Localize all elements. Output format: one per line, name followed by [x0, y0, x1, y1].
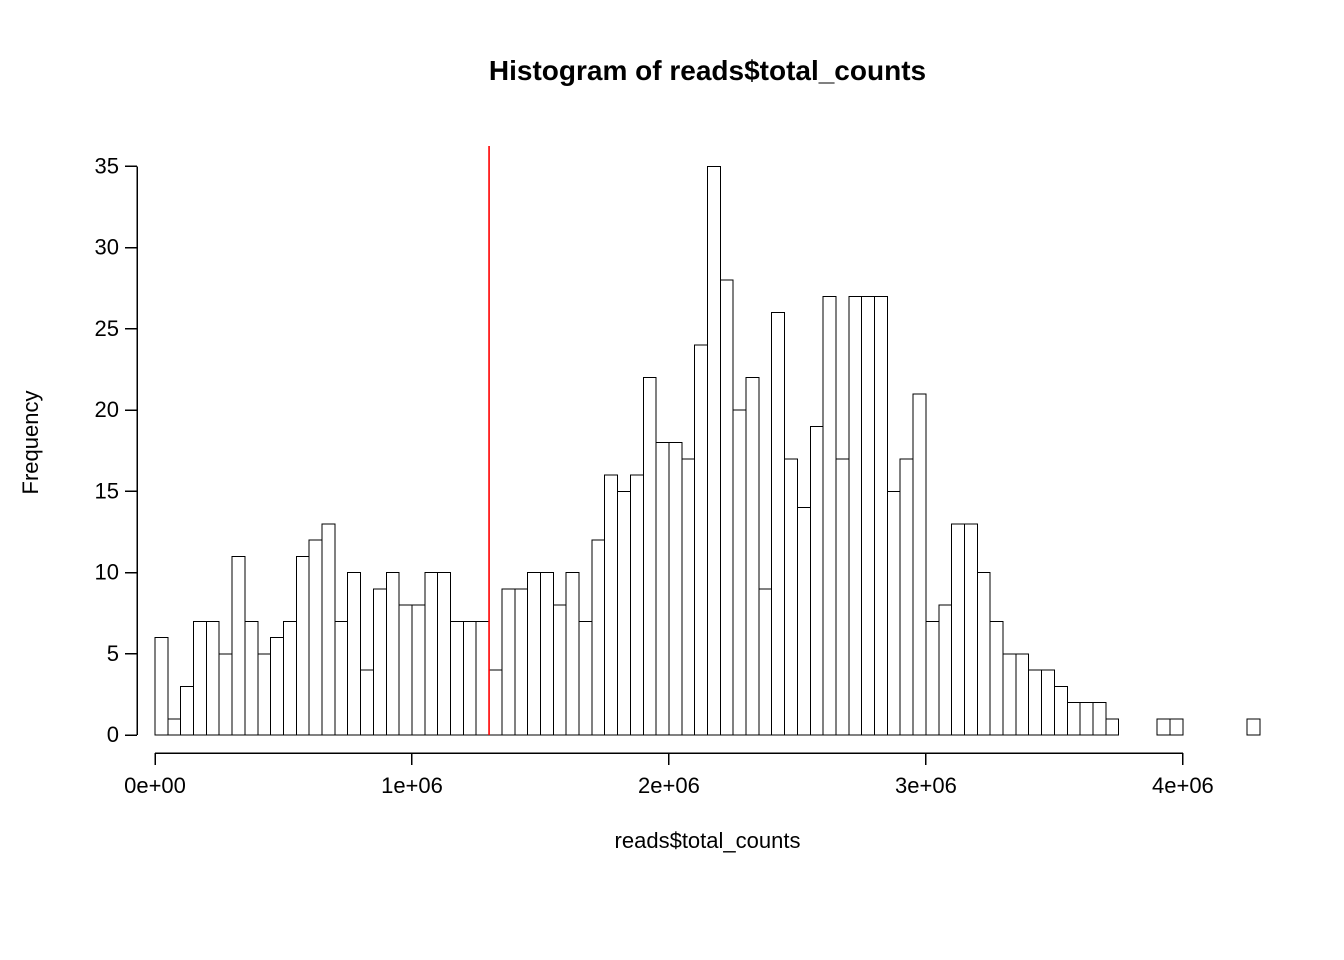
- histogram-bar: [181, 686, 194, 735]
- histogram-bar: [656, 443, 669, 736]
- histogram-bar: [322, 524, 335, 735]
- histogram-bar: [232, 556, 245, 735]
- x-tick-label: 2e+06: [638, 773, 700, 798]
- y-tick-label: 5: [107, 641, 119, 666]
- histogram-bar: [1003, 654, 1016, 735]
- histogram-bar: [373, 589, 386, 735]
- x-tick-label: 3e+06: [895, 773, 957, 798]
- histogram-bar: [810, 426, 823, 735]
- x-axis-label: reads$total_counts: [615, 828, 801, 853]
- histogram-bar: [900, 459, 913, 735]
- histogram-bar: [476, 621, 489, 735]
- histogram-bar: [1067, 703, 1080, 736]
- histogram-bar: [206, 621, 219, 735]
- y-tick-label: 15: [95, 478, 119, 503]
- y-tick-label: 30: [95, 235, 119, 260]
- y-tick-label: 25: [95, 316, 119, 341]
- histogram-bar: [836, 459, 849, 735]
- histogram-bar: [849, 296, 862, 735]
- histogram-bar: [823, 296, 836, 735]
- histogram-bar: [1016, 654, 1029, 735]
- histogram-bar: [528, 573, 541, 736]
- histogram-bar: [515, 589, 528, 735]
- histogram-bar: [952, 524, 965, 735]
- histogram-bar: [540, 573, 553, 736]
- histogram-bar: [926, 621, 939, 735]
- histogram-bar: [887, 491, 900, 735]
- y-tick-label: 20: [95, 397, 119, 422]
- histogram-bar: [271, 638, 284, 736]
- histogram-bar: [168, 719, 181, 735]
- histogram-bar: [630, 475, 643, 735]
- histogram-bar: [451, 621, 464, 735]
- histogram-bar: [1157, 719, 1170, 735]
- histogram-bar: [386, 573, 399, 736]
- histogram-bar: [797, 508, 810, 736]
- histogram-bar: [1029, 670, 1042, 735]
- histogram-bar: [335, 621, 348, 735]
- histogram-bar: [348, 573, 361, 736]
- y-tick-label: 0: [107, 722, 119, 747]
- histogram-bar: [772, 313, 785, 736]
- histogram-bar: [258, 654, 271, 735]
- histogram-bar: [194, 621, 207, 735]
- histogram-bar: [1080, 703, 1093, 736]
- histogram-bar: [977, 573, 990, 736]
- y-tick-label: 10: [95, 560, 119, 585]
- histogram-bar: [566, 573, 579, 736]
- y-axis-label: Frequency: [18, 391, 43, 495]
- histogram-bar: [553, 605, 566, 735]
- histogram-bar: [592, 540, 605, 735]
- x-tick-label: 1e+06: [381, 773, 443, 798]
- histogram-bar: [425, 573, 438, 736]
- histogram-bar: [399, 605, 412, 735]
- histogram-bar: [759, 589, 772, 735]
- histogram-bar: [489, 670, 502, 735]
- histogram-bar: [1106, 719, 1119, 735]
- histogram-bar: [463, 621, 476, 735]
- histogram-bar: [733, 410, 746, 735]
- histogram-bar: [785, 459, 798, 735]
- histogram-bar: [643, 378, 656, 736]
- histogram-bar: [695, 345, 708, 735]
- histogram-bar: [913, 394, 926, 735]
- histogram-bar: [939, 605, 952, 735]
- histogram-bar: [1170, 719, 1183, 735]
- histogram-bar: [862, 296, 875, 735]
- histogram-bar: [309, 540, 322, 735]
- histogram-chart: 0e+00 1e+06 2e+06 3e+06 4e+06 0 5 10 15 20 25 30 35 H…: [0, 0, 1344, 960]
- histogram-bar: [720, 280, 733, 735]
- histogram-bar: [605, 475, 618, 735]
- chart-title: Histogram of reads$total_counts: [489, 55, 926, 86]
- histogram-bar: [283, 621, 296, 735]
- histogram-bar: [746, 378, 759, 736]
- histogram-bar: [1247, 719, 1260, 735]
- histogram-bar: [245, 621, 258, 735]
- histogram-bar: [1054, 686, 1067, 735]
- histogram-bar: [361, 670, 374, 735]
- histogram-bar: [502, 589, 515, 735]
- histogram-bar: [618, 491, 631, 735]
- histogram-bar: [438, 573, 451, 736]
- x-tick-label: 4e+06: [1152, 773, 1214, 798]
- histogram-bar: [155, 638, 168, 736]
- histogram-bar: [1042, 670, 1055, 735]
- histogram-bar: [990, 621, 1003, 735]
- histogram-bar: [412, 605, 425, 735]
- histogram-bar: [669, 443, 682, 736]
- histogram-bar: [875, 296, 888, 735]
- histogram-bar: [1093, 703, 1106, 736]
- chart-container: 0e+00 1e+06 2e+06 3e+06 4e+06 0 5 10 15 20 25 30 35 H…: [0, 0, 1344, 960]
- histogram-bar: [964, 524, 977, 735]
- histogram-bar: [708, 166, 721, 735]
- histogram-bar: [296, 556, 309, 735]
- histogram-bar: [579, 621, 592, 735]
- y-tick-label: 35: [95, 153, 119, 178]
- histogram-bar: [682, 459, 695, 735]
- x-tick-label: 0e+00: [124, 773, 186, 798]
- histogram-bar: [219, 654, 232, 735]
